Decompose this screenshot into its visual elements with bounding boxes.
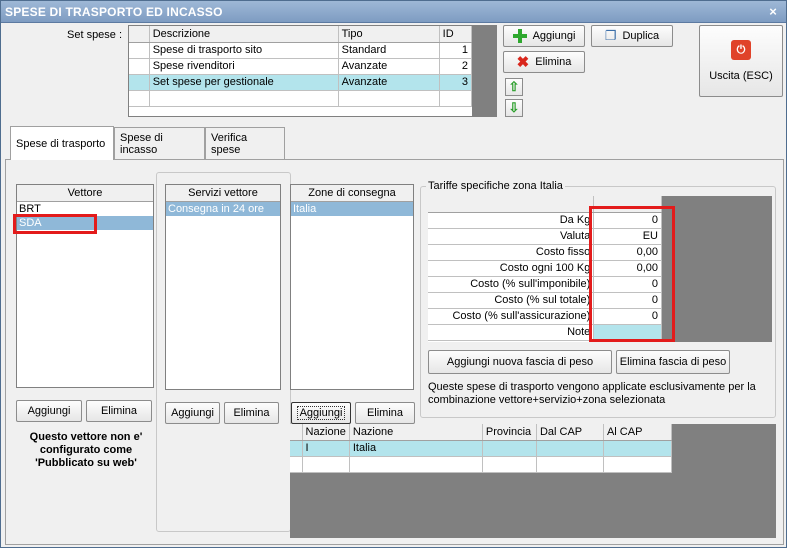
table-row[interactable]: Spese di trasporto sito Standard 1 [129,42,473,59]
vettore-elimina-button[interactable]: Elimina [86,400,152,422]
move-down-arrow-icon[interactable]: ⇩ [505,99,523,117]
col-tipo[interactable]: Tipo [338,26,440,43]
col-id-label: ID [442,27,454,40]
aggiungi-label: Aggiungi [532,30,576,42]
cell-tipo: Avanzate [338,74,440,91]
row-label: Da Kg [428,212,595,229]
window-title: SPESE DI TRASPORTO ED INCASSO [5,5,223,19]
duplica-set-button[interactable]: ❐ Duplica [591,25,673,47]
list-item-selected[interactable]: Italia [291,202,413,216]
vettore-warning: Questo vettore non e' configurato come '… [29,431,143,469]
table-row[interactable]: Spese rivenditori Avanzate 2 [129,58,473,75]
button-label: Aggiungi [296,406,346,420]
button-label: Elimina [366,407,404,419]
tariffe-title: Tariffe specifiche zona Italia [426,180,565,192]
col-al-cap[interactable]: Al CAP [603,424,673,441]
elimina-label: Elimina [535,56,572,68]
cell-al-cap [603,440,673,457]
button-label: Aggiungi [171,407,214,419]
servizi-elimina-button[interactable]: Elimina [224,402,279,424]
row-label: Valuta [428,228,595,245]
servizi-list[interactable]: Servizi vettore Consegna in 24 ore [165,184,281,390]
elimina-fascia-button[interactable]: Elimina fascia di peso [616,350,730,374]
tab-label: Verifica spese [211,131,248,156]
row-label: Costo (% sull'imponibile) [428,276,595,293]
duplica-label: Duplica [622,30,660,42]
cell-tipo: Avanzate [338,58,440,75]
table-row-selected[interactable]: Set spese per gestionale Avanzate 3 [129,74,473,91]
row-selector-header [290,424,303,441]
main-window: SPESE DI TRASPORTO ED INCASSO × Set spes… [0,0,787,548]
servizi-aggiungi-button[interactable]: Aggiungi [165,402,220,424]
cell-descrizione: Spese rivenditori [149,58,339,75]
uscita-label: Uscita (ESC) [709,70,773,82]
set-spese-label: Set spese : [67,29,123,41]
plus-icon [512,29,527,43]
row-label: Note [428,324,595,341]
tab-label: Spese di trasporto [16,137,106,150]
highlight-box [13,214,97,234]
cell-descrizione: Spese di trasporto sito [149,42,339,59]
col-nazione[interactable]: Nazione [349,424,483,441]
cell-code: I [302,440,350,457]
elimina-set-button[interactable]: ✖ Elimina [503,51,585,73]
set-spese-grid[interactable]: Descrizione Tipo ID Spese di trasporto s… [128,25,473,117]
tab-panel: Vettore BRT SDA Aggiungi Elimina Questo … [5,159,784,545]
title-bar: SPESE DI TRASPORTO ED INCASSO × [1,1,786,23]
button-label: Elimina [100,405,138,417]
delete-x-icon: ✖ [516,54,530,71]
button-label: Elimina [233,407,270,419]
tab-verifica-spese[interactable]: Verifica spese [205,127,285,159]
nazioni-grid[interactable]: Nazione Nazione Provincia Dal CAP Al CAP… [290,424,673,473]
zone-list[interactable]: Zone di consegna Italia [290,184,414,390]
cell-name: Italia [349,440,483,457]
cell-id: 1 [439,42,473,59]
cell-descrizione: Set spese per gestionale [149,74,339,91]
cell-dal-cap [536,440,604,457]
cell-id: 2 [439,58,473,75]
grid-scroll-area [473,25,497,117]
zone-header: Zone di consegna [291,185,413,202]
tab-spese-incasso[interactable]: Spese di incasso [114,127,205,159]
col-id[interactable]: ID [439,26,473,43]
row-label: Costo (% sull'assicurazione) [428,308,595,325]
aggiungi-fascia-button[interactable]: Aggiungi nuova fascia di peso [428,350,612,374]
vettore-aggiungi-button[interactable]: Aggiungi [16,400,82,422]
tariffe-header-label [428,196,595,213]
row-label: Costo fisso [428,244,595,261]
col-nazione-code[interactable]: Nazione [302,424,350,441]
table-row-empty[interactable] [129,90,473,107]
button-label: Aggiungi [27,405,71,417]
copy-icon: ❐ [604,28,617,43]
tariffe-info: Queste spese di trasporto vengono applic… [428,381,756,406]
col-descrizione[interactable]: Descrizione [149,26,339,43]
uscita-button[interactable]: ⏻ Uscita (ESC) [699,25,783,97]
row-label: Costo ogni 100 Kg [428,260,595,277]
table-row-empty[interactable] [290,456,673,473]
close-icon[interactable]: × [766,5,780,19]
move-up-arrow-icon[interactable]: ⇧ [505,78,523,96]
table-row-selected[interactable]: I Italia [290,440,673,457]
button-label: Elimina fascia di peso [619,356,727,368]
vettore-header: Vettore [17,185,153,202]
row-selector-header [129,26,150,43]
list-item-selected[interactable]: Consegna in 24 ore [166,202,280,216]
highlight-box [589,206,675,342]
cell-provincia [482,440,537,457]
col-dal-cap[interactable]: Dal CAP [536,424,604,441]
col-provincia[interactable]: Provincia [482,424,537,441]
zone-elimina-button[interactable]: Elimina [355,402,415,424]
cell-tipo: Standard [338,42,440,59]
tab-spese-trasporto[interactable]: Spese di trasporto [10,126,114,160]
aggiungi-set-button[interactable]: Aggiungi [503,25,585,47]
row-label: Costo (% sul totale) [428,292,595,309]
button-label: Aggiungi nuova fascia di peso [446,356,594,368]
tab-label: Spese di incasso [120,131,163,156]
power-icon: ⏻ [731,40,751,60]
servizi-header: Servizi vettore [166,185,280,202]
zone-aggiungi-button[interactable]: Aggiungi [291,402,351,424]
cell-id: 3 [439,74,473,91]
